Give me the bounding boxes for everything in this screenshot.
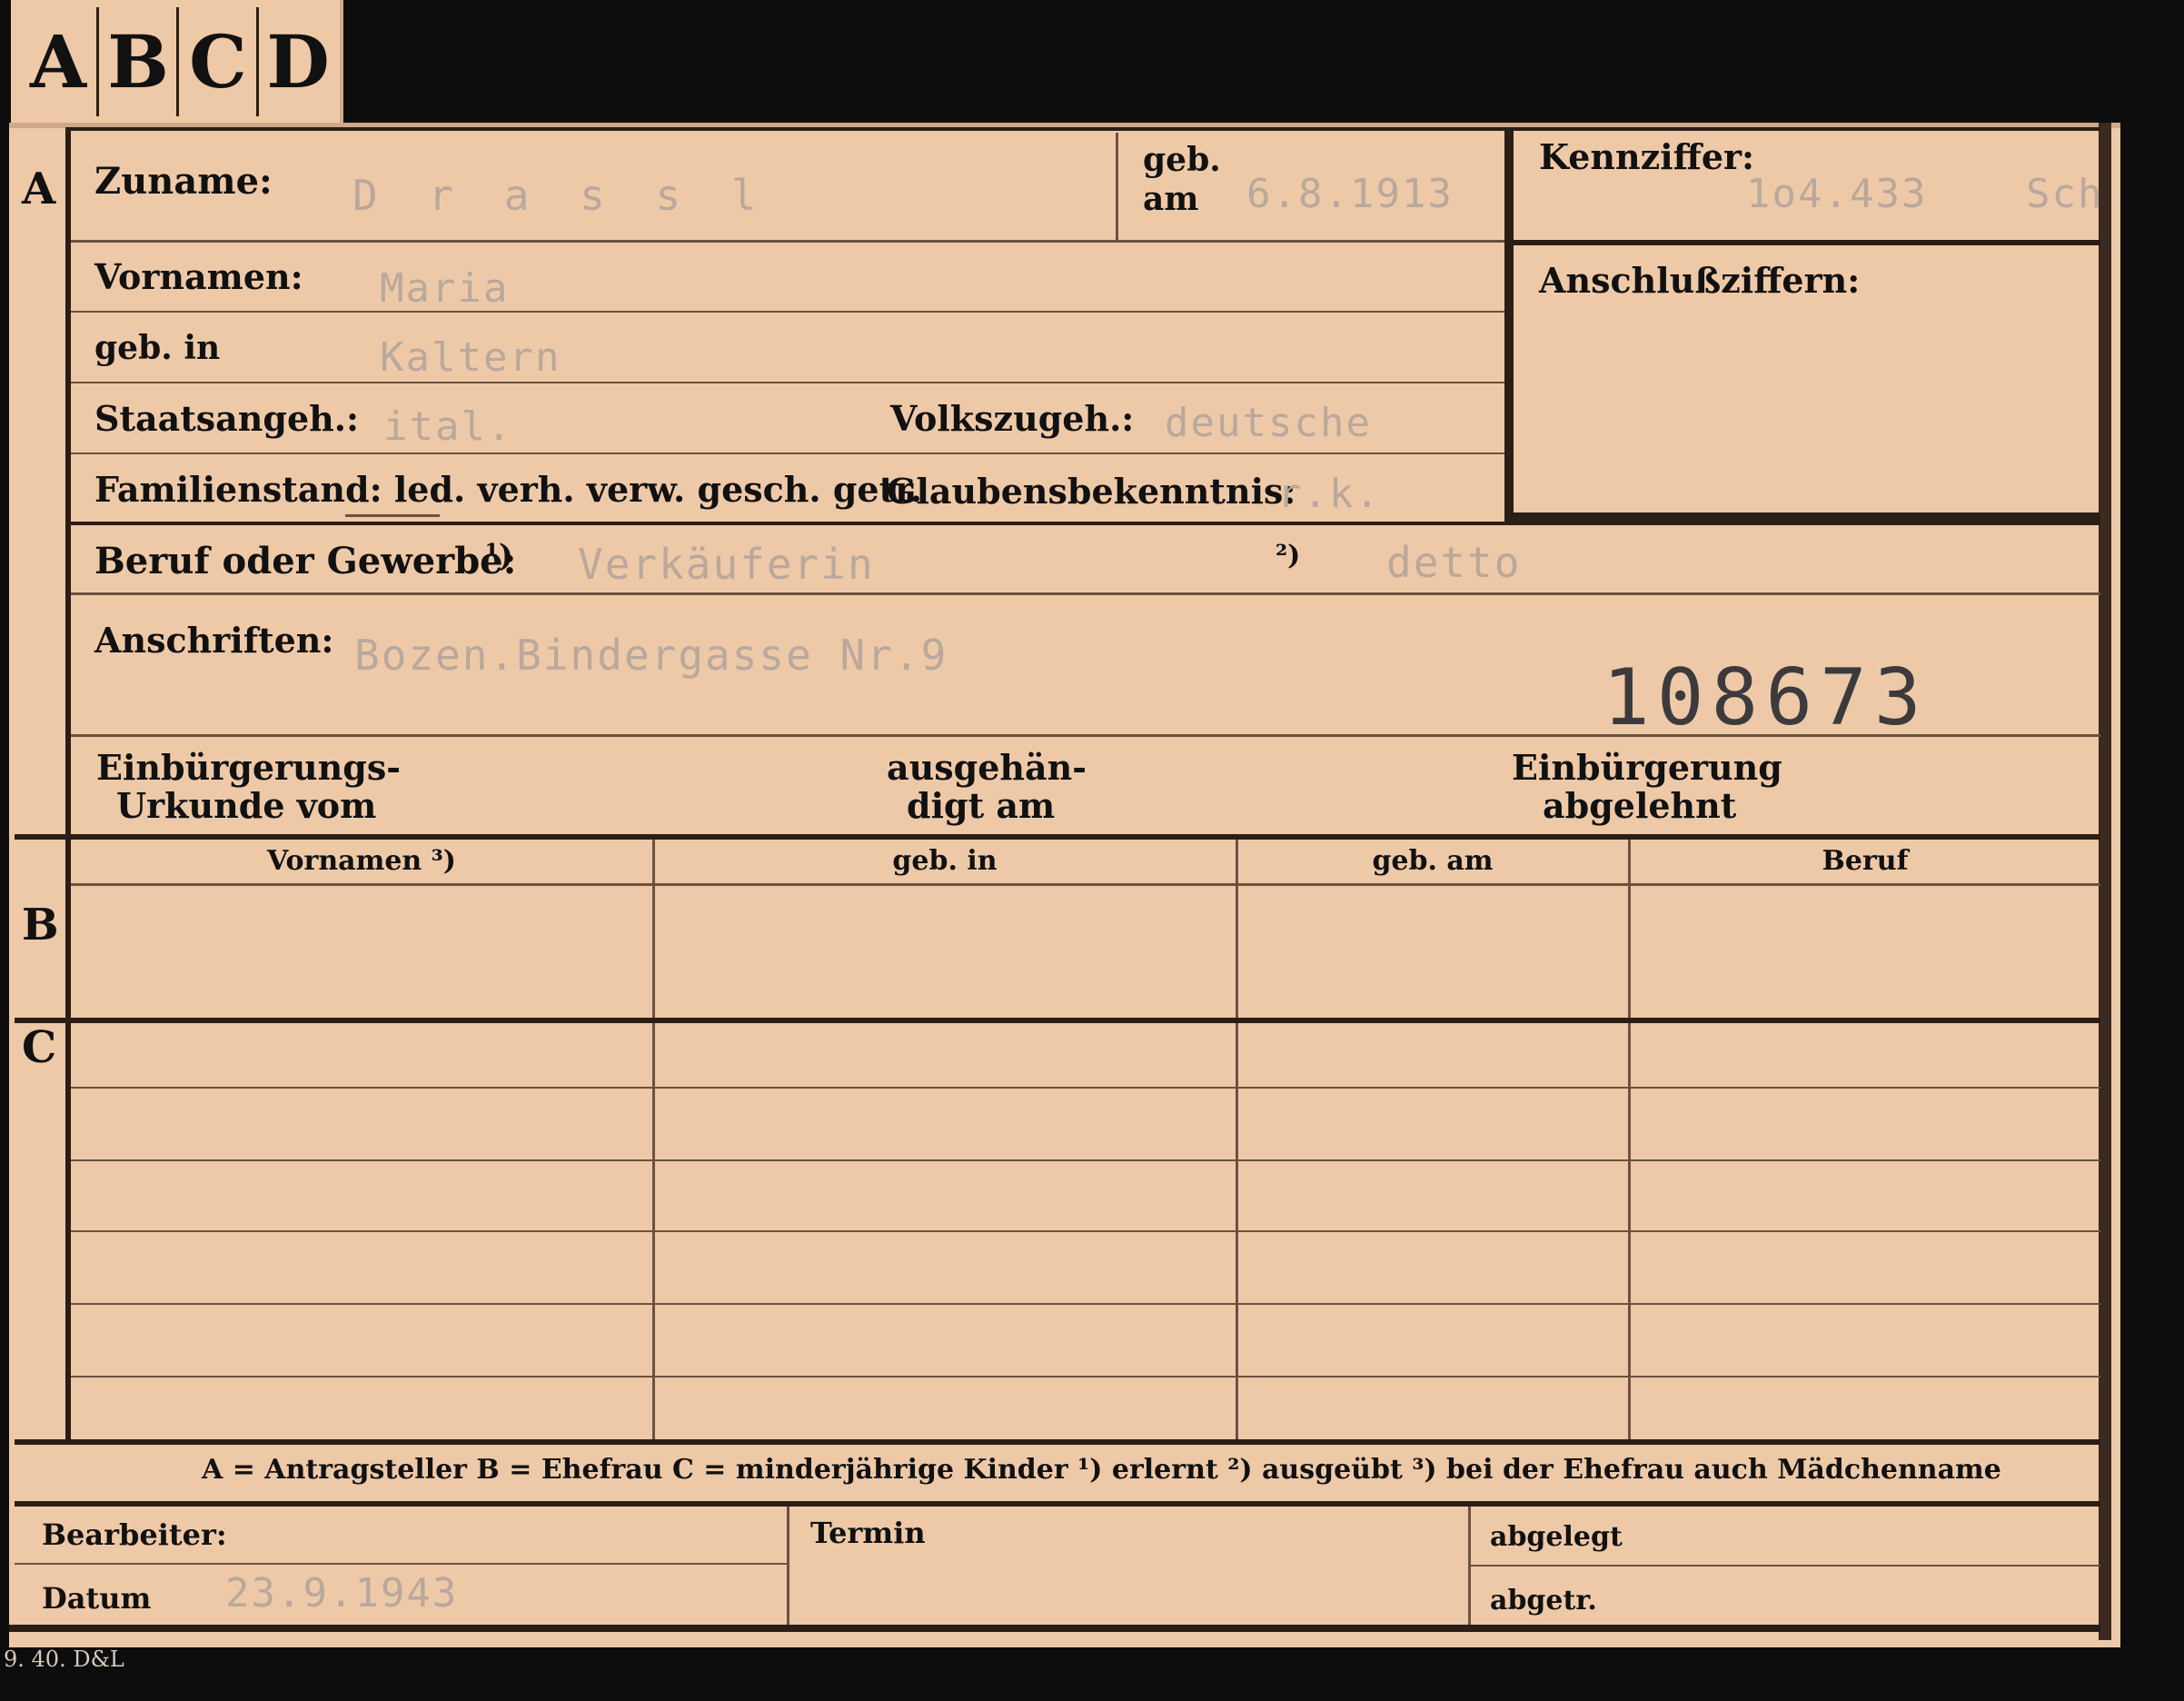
einbuergerung-urkunde-line2: Urkunde vom	[116, 785, 377, 826]
section-b-top-rule	[15, 834, 2100, 840]
legend-bottom-rule	[15, 1501, 2100, 1507]
kennziffer-block-divider	[1504, 127, 1514, 525]
section-column-rule	[65, 127, 71, 1440]
kennziffer-value: 1o4.433	[1746, 171, 1928, 217]
row-line-6	[71, 592, 2100, 595]
beruf-note-2: ²)	[1276, 540, 1301, 572]
c-row-line-4	[71, 1303, 2100, 1305]
card-bottom-rule	[9, 1625, 2100, 1632]
section-c-letter: C	[22, 1022, 57, 1073]
beruf-value-2: detto	[1386, 538, 1522, 587]
familienstand-underline	[345, 514, 440, 517]
ausgehaendigt-line1: ausgehän-	[887, 747, 1087, 788]
row-line-3	[71, 382, 1504, 383]
ausgehaendigt-line2: digt am	[907, 785, 1056, 826]
einbuergerung-abgelehnt-line1: Einbürgerung	[1512, 747, 1782, 788]
top-rule	[65, 127, 2100, 131]
kennziffer-suffix: Sch	[2026, 171, 2104, 217]
table-col-divider-1	[652, 840, 655, 1439]
glaubensbekenntnis-label: Glaubensbekenntnis:	[887, 471, 1296, 512]
section-a-letter: A	[22, 164, 56, 214]
index-tab: A B C D	[11, 0, 343, 127]
tab-letter-a: A	[20, 7, 99, 116]
zuname-label: Zuname:	[94, 160, 273, 203]
geb-divider	[1116, 133, 1118, 240]
bearbeiter-line	[15, 1563, 789, 1565]
staatsangeh-value: ital.	[383, 403, 513, 450]
am-label: am	[1143, 180, 1199, 218]
row-line-1	[71, 240, 1504, 243]
legend-top-rule	[15, 1439, 2100, 1445]
table-header-beruf: Beruf	[1822, 845, 1909, 877]
einbuergerung-abgelehnt-line2: abgelehnt	[1543, 785, 1737, 826]
abgelegt-line	[1470, 1565, 2100, 1567]
abgetr-label: abgetr.	[1490, 1585, 1597, 1616]
bearbeiter-label: Bearbeiter:	[42, 1517, 227, 1552]
table-header-geb-am: geb. am	[1372, 845, 1494, 877]
geb-label: geb.	[1143, 141, 1221, 179]
table-header-line	[71, 883, 2100, 886]
termin-divider	[787, 1507, 789, 1625]
row-line-7	[71, 734, 2100, 737]
c-row-line-5	[71, 1376, 2100, 1378]
kennziffer-bottom-rule	[1514, 240, 2100, 245]
c-row-line-3	[71, 1230, 2100, 1232]
vornamen-value: Maria	[380, 265, 510, 312]
glaubensbekenntnis-value: r.k.	[1277, 471, 1381, 517]
stamp-number: 108673	[1603, 652, 1929, 743]
legend-text: A = Antragsteller B = Ehefrau C = minder…	[202, 1454, 2001, 1486]
row-line-2	[71, 311, 1504, 313]
c-row-line-2	[71, 1159, 2100, 1161]
c-row-line-1	[71, 1087, 2100, 1089]
table-header-vornamen: Vornamen ³)	[266, 845, 456, 877]
beruf-note-1: ¹)	[485, 538, 513, 574]
datum-value: 23.9.1943	[225, 1570, 459, 1616]
tab-letter-d: D	[266, 19, 330, 104]
vornamen-label: Vornamen:	[94, 256, 303, 297]
section-b-letter: B	[22, 900, 59, 950]
staatsangeh-label: Staatsangeh.:	[94, 398, 360, 439]
beruf-label: Beruf oder Gewerbe:	[94, 540, 517, 582]
kennziffer-label: Kennziffer:	[1539, 136, 1755, 177]
anschlussziffern-label: Anschlußziffern:	[1539, 260, 1861, 301]
print-code: 9. 40. D&L	[4, 1646, 124, 1672]
card-right-edge	[2099, 123, 2111, 1640]
anschriften-value: Bozen.Bindergasse Nr.9	[354, 631, 948, 680]
geb-in-label: geb. in	[94, 329, 221, 367]
familienstand-label: Familienstand: led. verh. verw. gesch. g…	[94, 469, 922, 510]
table-header-geb-in: geb. in	[892, 845, 998, 877]
volkszugeh-label: Volkszugeh.:	[890, 398, 1135, 439]
row-line-4	[71, 453, 1504, 454]
tab-letter-b: B	[100, 7, 179, 116]
table-col-divider-3	[1628, 840, 1631, 1439]
section-c-top-rule	[15, 1018, 2100, 1023]
beruf-value-1: Verkäuferin	[578, 540, 875, 589]
tab-letter-c: C	[180, 7, 259, 116]
termin-label: Termin	[810, 1516, 926, 1550]
zuname-value: D r a s s l	[352, 171, 769, 220]
row-line-5	[71, 522, 2100, 525]
table-col-divider-2	[1236, 840, 1238, 1439]
einbuergerung-urkunde-line1: Einbürgerungs-	[96, 747, 402, 788]
volkszugeh-value: deutsche	[1165, 400, 1372, 446]
datum-label: Datum	[42, 1581, 152, 1616]
geb-am-value: 6.8.1913	[1246, 171, 1454, 217]
abgelegt-label: abgelegt	[1490, 1521, 1623, 1553]
anschriften-label: Anschriften:	[94, 620, 334, 661]
geb-in-value: Kaltern	[380, 334, 561, 381]
